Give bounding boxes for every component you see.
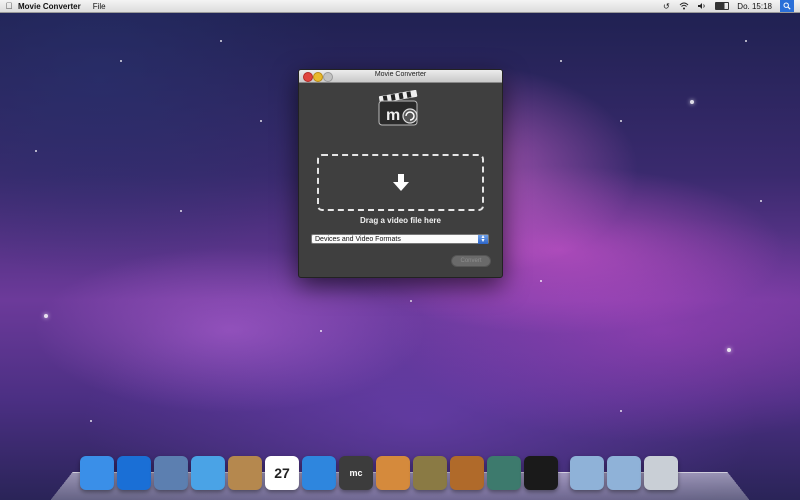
star (120, 60, 122, 62)
svg-text:m: m (386, 107, 400, 124)
applications-folder-icon[interactable] (570, 456, 604, 490)
star (44, 314, 48, 318)
garageband-icon[interactable] (450, 456, 484, 490)
star (560, 60, 562, 62)
app-store-icon[interactable] (117, 456, 151, 490)
volume-icon[interactable] (697, 2, 707, 10)
trash-icon[interactable] (644, 456, 678, 490)
dock: 27 mc (80, 450, 730, 490)
star (760, 200, 762, 202)
star (410, 300, 412, 302)
dock-item-label: mc (349, 468, 363, 478)
finder-icon[interactable] (80, 456, 114, 490)
convert-button[interactable]: Convert (451, 255, 491, 267)
window-titlebar[interactable]: Movie Converter (299, 70, 502, 83)
star (180, 210, 182, 212)
itunes-icon[interactable] (302, 456, 336, 490)
movie-converter-logo: m (376, 89, 422, 128)
window-title: Movie Converter (374, 71, 427, 78)
status-area: ↺ Do. 15:18 (661, 0, 800, 12)
select-arrows-icon: ▴ ▾ (478, 234, 488, 244)
apple-menu-icon[interactable]:  (0, 1, 18, 11)
movie-converter-icon[interactable]: mc (339, 456, 373, 490)
star (90, 420, 92, 422)
drop-instruction: Drag a video file here (360, 216, 441, 225)
star (35, 150, 37, 152)
address-book-icon[interactable] (228, 456, 262, 490)
battery-icon[interactable] (715, 2, 730, 10)
movie-converter-window: Movie Converter m Drag a video file here… (298, 69, 503, 278)
star (540, 280, 542, 282)
downloads-folder-icon[interactable] (607, 456, 641, 490)
time-machine-icon[interactable]: ↺ (661, 2, 671, 11)
mail-icon[interactable] (154, 456, 188, 490)
star (745, 40, 747, 42)
video-drop-zone[interactable] (317, 154, 484, 211)
dock-item-label: 27 (274, 465, 290, 481)
safari-icon[interactable] (191, 456, 225, 490)
star (260, 120, 262, 122)
clock[interactable]: Do. 15:18 (737, 2, 772, 11)
wifi-icon[interactable] (679, 2, 689, 10)
star (727, 348, 731, 352)
star (620, 120, 622, 122)
star (690, 100, 694, 104)
terminal-icon[interactable] (524, 456, 558, 490)
format-select[interactable]: Devices and Video Formats ▴ ▾ (311, 234, 489, 244)
app-menu[interactable]: Movie Converter (18, 2, 81, 11)
calendar-icon[interactable]: 27 (265, 456, 299, 490)
star (620, 410, 622, 412)
spotlight-icon[interactable] (780, 0, 794, 12)
format-select-value: Devices and Video Formats (315, 236, 401, 243)
time-machine-icon[interactable] (487, 456, 521, 490)
iphoto-icon[interactable] (376, 456, 410, 490)
download-arrow-icon (392, 173, 409, 191)
imovie-icon[interactable] (413, 456, 447, 490)
star (320, 330, 322, 332)
file-menu[interactable]: File (93, 2, 106, 11)
star (220, 40, 222, 42)
menu-bar:  Movie Converter File ↺ Do. 15:18 (0, 0, 800, 13)
